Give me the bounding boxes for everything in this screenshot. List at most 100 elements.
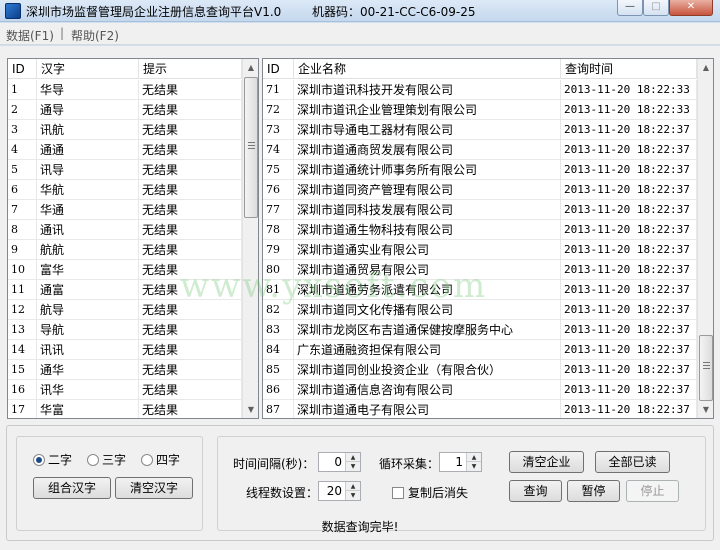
threads-label: 线程数设置： [246,486,319,500]
maximize-button[interactable]: □ [643,0,669,16]
cell-id: 84 [263,340,294,360]
cell-company-name: 深圳市道通电子有限公司 [294,400,561,418]
copy-hide-checkbox[interactable]: 复制后消失 [392,484,468,501]
close-button[interactable]: ✕ [669,0,713,16]
spin-down-icon[interactable]: ▼ [346,491,360,500]
cell-company-name: 深圳市道同资产管理有限公司 [294,180,561,200]
cell-query-time: 2013-11-20 18:22:33 [561,80,697,100]
pause-button[interactable]: 暂停 [567,480,620,502]
cell-id: 71 [263,80,294,100]
interval-spinner[interactable]: 0 ▲ ▼ [318,452,361,472]
interval-label: 时间间隔(秒)： [233,457,315,471]
cell-id: 12 [8,300,37,320]
cell-hint: 无结果 [139,180,242,200]
cell-query-time: 2013-11-20 18:22:33 [561,100,697,120]
clear-hanzi-button[interactable]: 清空汉字 [115,477,193,499]
cell-id: 5 [8,160,37,180]
scroll-up-arrow-icon[interactable]: ▲ [243,59,258,76]
cell-hanzi: 华导 [37,80,139,100]
cell-id: 75 [263,160,294,180]
interval-value: 0 [334,455,342,469]
stop-button: 停止 [626,480,679,502]
cell-query-time: 2013-11-20 18:22:37 [561,220,697,240]
cell-company-name: 深圳市道同文化传播有限公司 [294,300,561,320]
query-button[interactable]: 查询 [509,480,562,502]
combine-hanzi-button[interactable]: 组合汉字 [33,477,111,499]
cell-company-name: 深圳市道通统计师事务所有限公司 [294,160,561,180]
scroll-down-arrow-icon[interactable]: ▼ [698,401,713,418]
col-hanzi-header[interactable]: 汉字 [37,59,139,79]
cell-id: 2 [8,100,37,120]
cell-id: 10 [8,260,37,280]
loop-spinner[interactable]: 1 ▲ ▼ [439,452,482,472]
cell-id: 17 [8,400,37,418]
window-title: 深圳市场监督管理局企业注册信息查询平台V1.0 [26,5,282,19]
cell-hanzi: 航航 [37,240,139,260]
company-table-header: ID 企业名称 查询时间 [263,59,697,79]
cell-hanzi: 华通 [37,200,139,220]
cell-hint: 无结果 [139,200,242,220]
col-hint-header[interactable]: 提示 [139,59,242,79]
client-area: ID 汉字 提示 1 华导 无结果 2 通导 无结果 3 讯航 无结果 4 通通 无结果 5 讯导 无结果 6… [0,46,720,550]
menu-separator: | [60,26,65,40]
cell-hanzi: 讯导 [37,160,139,180]
radio-three-chars[interactable]: 三字 [87,451,126,468]
scroll-down-arrow-icon[interactable]: ▼ [243,401,258,418]
cell-hanzi: 通华 [37,360,139,380]
spin-down-icon[interactable]: ▼ [467,462,481,471]
cell-id: 72 [263,100,294,120]
cell-hint: 无结果 [139,400,242,418]
cell-hint: 无结果 [139,260,242,280]
spin-down-icon[interactable]: ▼ [346,462,360,471]
cell-hint: 无结果 [139,340,242,360]
clear-company-button[interactable]: 清空企业 [509,451,584,473]
cell-id: 11 [8,280,37,300]
cell-query-time: 2013-11-20 18:22:37 [561,140,697,160]
cell-hanzi: 讯讯 [37,340,139,360]
company-table-scrollbar[interactable]: ▲ ▼ [697,59,713,418]
spin-up-icon[interactable]: ▲ [346,453,360,462]
col-id-header[interactable]: ID [263,59,294,79]
mark-all-read-button[interactable]: 全部已读 [595,451,670,473]
cell-hanzi: 讯航 [37,120,139,140]
cell-company-name: 深圳市道通信息咨询有限公司 [294,380,561,400]
cell-query-time: 2013-11-20 18:22:37 [561,160,697,180]
radio-two-label: 二字 [48,453,73,467]
cell-hint: 无结果 [139,320,242,340]
minimize-button[interactable]: — [617,0,643,16]
scroll-thumb[interactable] [699,335,713,401]
scroll-thumb[interactable] [244,77,258,218]
cell-query-time: 2013-11-20 18:22:37 [561,260,697,280]
menu-help[interactable]: 帮助(F2) [71,27,119,44]
cell-id: 80 [263,260,294,280]
cell-company-name: 深圳市龙岗区布吉道通保健按摩服务中心 [294,320,561,340]
cell-id: 78 [263,220,294,240]
radio-four-chars[interactable]: 四字 [141,451,180,468]
cell-id: 16 [8,380,37,400]
threads-spinner[interactable]: 20 ▲ ▼ [318,481,361,501]
cell-id: 74 [263,140,294,160]
cell-hanzi: 通富 [37,280,139,300]
col-company-header[interactable]: 企业名称 [294,59,561,79]
cell-hint: 无结果 [139,360,242,380]
col-id-header[interactable]: ID [8,59,37,79]
cell-id: 14 [8,340,37,360]
cell-hanzi: 通导 [37,100,139,120]
menu-data[interactable]: 数据(F1) [6,27,54,44]
spin-up-icon[interactable]: ▲ [467,453,481,462]
cell-hanzi: 航导 [37,300,139,320]
scroll-up-arrow-icon[interactable]: ▲ [698,59,713,76]
cell-id: 77 [263,200,294,220]
cell-hanzi: 华航 [37,180,139,200]
col-time-header[interactable]: 查询时间 [561,59,697,79]
hanzi-table-scrollbar[interactable]: ▲ ▼ [242,59,258,418]
radio-two-chars[interactable]: 二字 [33,451,72,468]
loop-value: 1 [455,455,463,469]
app-icon [5,3,21,19]
cell-id: 79 [263,240,294,260]
cell-id: 8 [8,220,37,240]
hanzi-table[interactable]: ID 汉字 提示 1 华导 无结果 2 通导 无结果 3 讯航 无结果 4 通通 无结果 5 讯导 无结果 6… [7,58,259,419]
company-table[interactable]: ID 企业名称 查询时间 71 深圳市道讯科技开发有限公司 2013-11-20 1… [262,58,714,419]
cell-query-time: 2013-11-20 18:22:37 [561,280,697,300]
spin-up-icon[interactable]: ▲ [346,482,360,491]
